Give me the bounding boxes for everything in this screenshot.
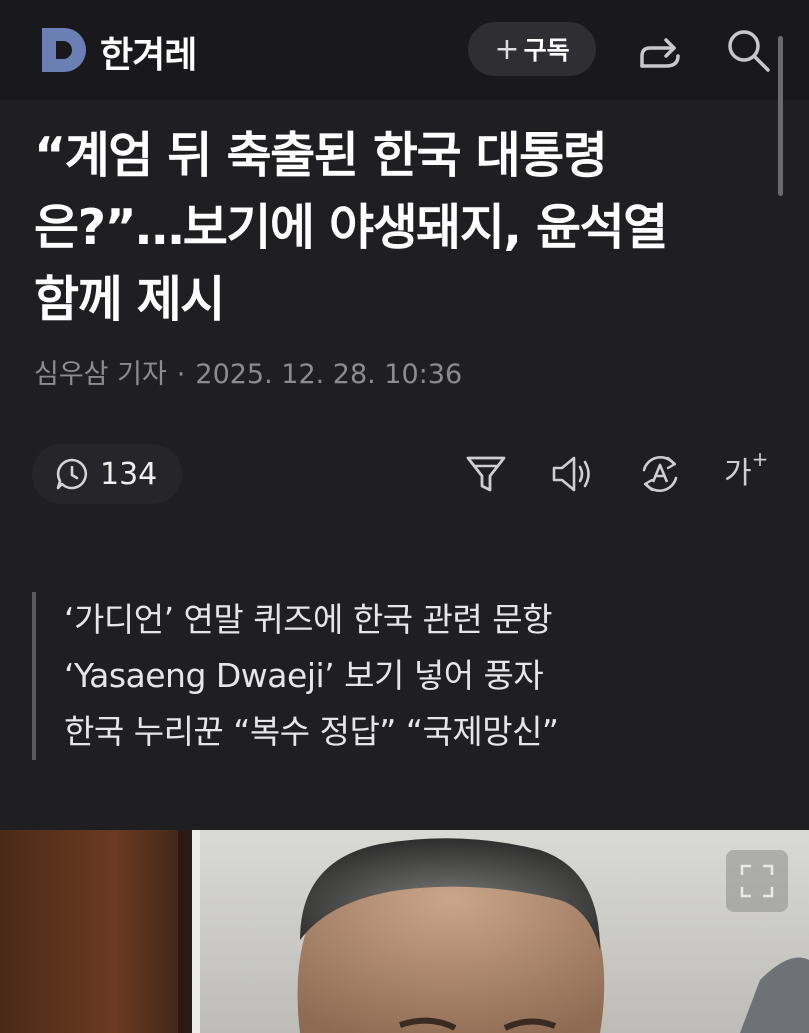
author-name[interactable]: 심우삼 기자 bbox=[34, 359, 167, 390]
expand-icon bbox=[740, 864, 774, 898]
plus-icon: + bbox=[751, 447, 769, 471]
subscribe-label: 구독 bbox=[523, 36, 570, 65]
summary-line: ‘가디언’ 연말 퀴즈에 한국 관련 문항 bbox=[64, 600, 552, 639]
title-line: 함께 제시 bbox=[34, 271, 225, 328]
top-header: 한겨레 + 구독 bbox=[0, 0, 809, 196]
font-size-button[interactable]: 가+ bbox=[724, 447, 769, 492]
scrollbar[interactable] bbox=[778, 36, 783, 196]
comment-icon bbox=[56, 458, 88, 490]
title-line: “계엄 뒤 축출된 한국 대통령 bbox=[34, 127, 608, 184]
article-page: 한겨레 + 구독 “계엄 뒤 축출된 한국 대통령 은?”…보기에 야생돼지, … bbox=[0, 0, 809, 1033]
filter-icon[interactable] bbox=[464, 452, 508, 496]
publish-datetime: 2025. 12. 28. 10:36 bbox=[195, 359, 463, 390]
photo-image bbox=[0, 830, 809, 1033]
separator: · bbox=[176, 359, 186, 390]
speaker-icon[interactable] bbox=[550, 452, 594, 496]
summary-line: ‘Yasaeng Dwaeji’ 보기 넣어 풍자 bbox=[64, 656, 544, 695]
title-line: 은?”…보기에 야생돼지, 윤석열 bbox=[34, 199, 668, 256]
comment-count-button[interactable]: 134 bbox=[32, 444, 182, 504]
brand-name[interactable]: 한겨레 bbox=[100, 26, 197, 78]
font-size-label: 가 bbox=[724, 456, 752, 491]
article-summary: ‘가디언’ 연말 퀴즈에 한국 관련 문항 ‘Yasaeng Dwaeji’ 보… bbox=[32, 592, 804, 760]
article-title: “계엄 뒤 축출된 한국 대통령 은?”…보기에 야생돼지, 윤석열 함께 제시 bbox=[34, 120, 774, 336]
summary-line: 한국 누리꾼 “복수 정답” “국제망신” bbox=[64, 712, 559, 751]
auto-translate-icon[interactable] bbox=[638, 452, 682, 496]
plus-icon: + bbox=[494, 31, 520, 67]
search-icon[interactable] bbox=[724, 26, 772, 74]
article-photo[interactable] bbox=[0, 830, 809, 1033]
share-icon[interactable] bbox=[636, 26, 684, 74]
hankyoreh-logo-icon[interactable] bbox=[38, 24, 90, 76]
expand-photo-button[interactable] bbox=[726, 850, 788, 912]
subscribe-button[interactable]: + 구독 bbox=[468, 22, 596, 76]
comment-count: 134 bbox=[100, 456, 158, 492]
byline: 심우삼 기자 · 2025. 12. 28. 10:36 bbox=[34, 352, 462, 391]
